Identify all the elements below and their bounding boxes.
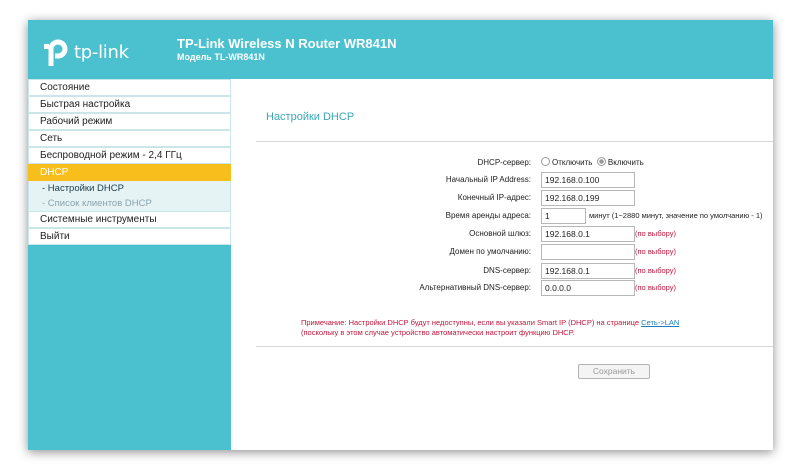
end-ip-label: Конечный IP-адрес: xyxy=(457,193,531,202)
dns-label: DNS-сервер: xyxy=(483,266,531,275)
start-ip-label: Начальный IP Address: xyxy=(445,175,531,184)
domain-label: Домен по умолчанию: xyxy=(449,247,531,256)
sidebar-item-dhcp[interactable]: DHCP xyxy=(28,164,231,181)
alt-dns-label: Альтернативный DNS-сервер: xyxy=(419,283,531,292)
router-title: TP-Link Wireless N Router WR841N xyxy=(177,36,397,51)
page-title: Настройки DHCP xyxy=(266,111,355,123)
dns-row: DNS-сервер: 192.168.0.1 (по выбору) xyxy=(231,263,773,279)
dns-optional: (по выбору) xyxy=(635,266,676,275)
gateway-label: Основной шлюз: xyxy=(469,229,531,238)
domain-input[interactable] xyxy=(541,244,635,260)
end-ip-input[interactable]: 192.168.0.199 xyxy=(541,190,635,206)
header: tp-link TP-Link Wireless N Router WR841N… xyxy=(28,20,773,79)
tp-link-logo: tp-link xyxy=(42,35,132,67)
alt-dns-optional: (по выбору) xyxy=(635,283,676,292)
divider-top xyxy=(256,141,773,142)
sidebar-item-quick-setup[interactable]: Быстрая настройка xyxy=(28,96,231,113)
start-ip-row: Начальный IP Address: 192.168.0.100 xyxy=(231,172,773,188)
logo-text: tp-link xyxy=(74,42,129,63)
note-text: Примечание: Настройки DHCP будут недосту… xyxy=(301,318,642,327)
router-model: Модель TL-WR841N xyxy=(177,52,265,62)
divider-bottom xyxy=(256,346,773,347)
gateway-row: Основной шлюз: 192.168.0.1 (по выбору) xyxy=(231,226,773,242)
gateway-input[interactable]: 192.168.0.1 xyxy=(541,226,635,242)
sidebar-item-status[interactable]: Состояние xyxy=(28,79,231,96)
sidebar-item-operation-mode[interactable]: Рабочий режим xyxy=(28,113,231,130)
dhcp-server-label: DHCP-сервер: xyxy=(477,158,531,167)
lease-label: Время аренды адреса: xyxy=(445,211,531,220)
lease-note: минут (1~2880 минут, значение по умолчан… xyxy=(589,211,763,220)
sidebar: Состояние Быстрая настройка Рабочий режи… xyxy=(28,79,231,450)
start-ip-input[interactable]: 192.168.0.100 xyxy=(541,172,635,188)
radio-disable[interactable] xyxy=(541,157,550,166)
lease-input[interactable]: 1 xyxy=(541,208,586,224)
radio-disable-label[interactable]: Отключить xyxy=(552,158,592,167)
end-ip-row: Конечный IP-адрес: 192.168.0.199 xyxy=(231,190,773,206)
sidebar-subitem-dhcp-settings[interactable]: - Настройки DHCP xyxy=(28,181,231,196)
dhcp-server-row: DHCP-сервер: Отключить Включить xyxy=(231,155,773,171)
sidebar-item-network[interactable]: Сеть xyxy=(28,130,231,147)
dhcp-server-radios: Отключить Включить xyxy=(541,155,644,171)
tp-link-logo-icon xyxy=(44,39,68,66)
dns-input[interactable]: 192.168.0.1 xyxy=(541,263,635,279)
alt-dns-input[interactable]: 0.0.0.0 xyxy=(541,280,635,296)
main-content: Настройки DHCP DHCP-сервер: Отключить Вк… xyxy=(231,79,773,450)
alt-dns-row: Альтернативный DNS-сервер: 0.0.0.0 (по в… xyxy=(231,280,773,296)
sidebar-subitem-dhcp-clients[interactable]: - Список клиентов DHCP xyxy=(28,196,231,211)
dhcp-note: Примечание: Настройки DHCP будут недосту… xyxy=(301,318,761,338)
domain-optional: (по выбору) xyxy=(635,247,676,256)
browser-frame: tp-link TP-Link Wireless N Router WR841N… xyxy=(28,20,773,450)
sidebar-item-wireless[interactable]: Беспроводной режим - 2,4 ГГц xyxy=(28,147,231,164)
domain-row: Домен по умолчанию: (по выбору) xyxy=(231,244,773,260)
network-lan-link[interactable]: Сеть->LAN xyxy=(641,318,679,327)
sidebar-item-system-tools[interactable]: Системные инструменты xyxy=(28,211,231,228)
radio-enable-label[interactable]: Включить xyxy=(608,158,644,167)
save-button[interactable]: Сохранить xyxy=(578,364,650,379)
note-text-2: (поскольку в этом случае устройство авто… xyxy=(301,328,575,337)
radio-enable[interactable] xyxy=(596,157,606,166)
sidebar-item-logout[interactable]: Выйти xyxy=(28,228,231,245)
gateway-optional: (по выбору) xyxy=(635,229,676,238)
lease-row: Время аренды адреса: 1 минут (1~2880 мин… xyxy=(231,208,773,224)
